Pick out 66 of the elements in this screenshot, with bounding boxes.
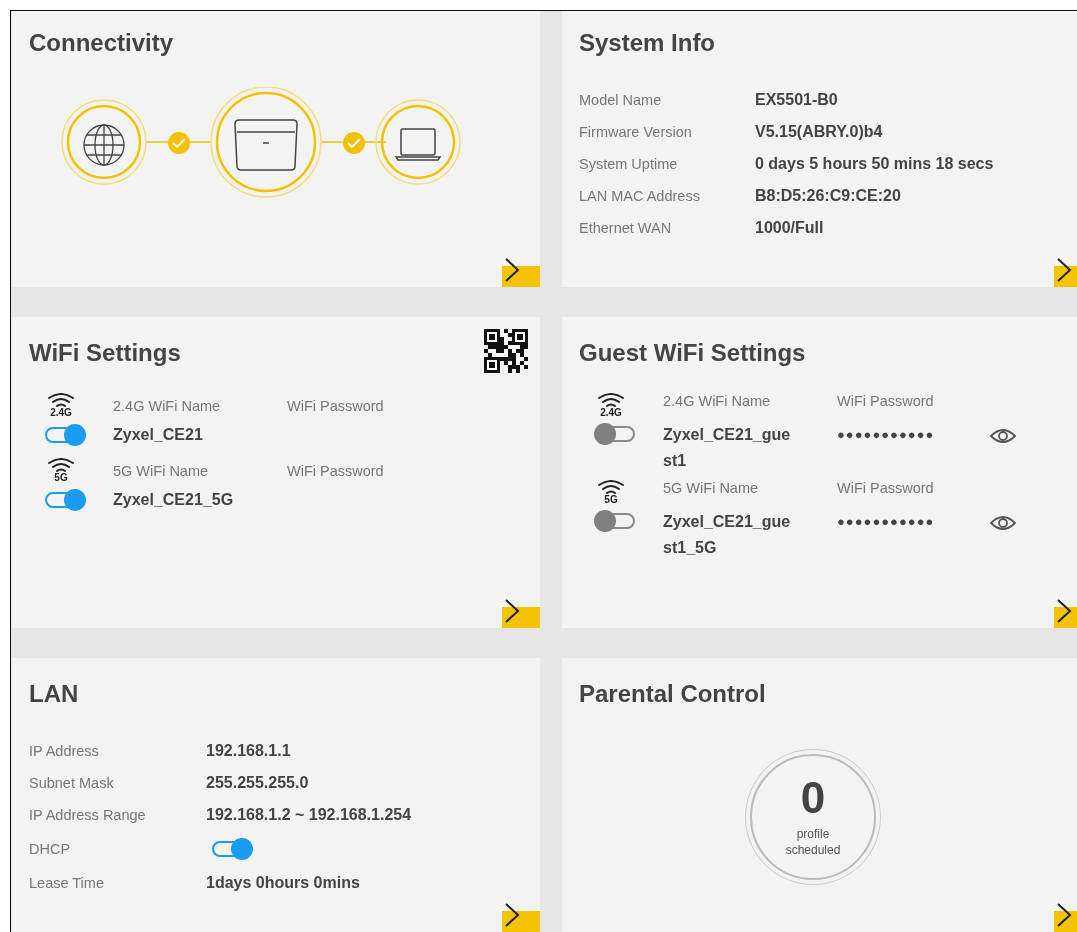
info-label: Model Name: [579, 92, 663, 108]
toggle-switch[interactable]: [595, 513, 635, 529]
info-label: LAN MAC Address: [579, 188, 701, 204]
toggle-switch[interactable]: [212, 841, 252, 857]
password-value: ●●●●●●●●●●●: [837, 513, 936, 531]
band-label: 2.4G: [600, 407, 622, 418]
wifi-name-value: Zyxel_CE21_guest1_5G: [663, 512, 792, 558]
toggle-switch[interactable]: [595, 426, 635, 442]
card-title: LAN: [29, 680, 79, 708]
wifi-icon: [46, 458, 76, 472]
chevron-icon: [504, 598, 520, 624]
band-label: 5G: [54, 472, 68, 483]
more-button[interactable]: [502, 598, 540, 628]
profile-caption: profile scheduled: [784, 826, 842, 858]
lan-value: 192.168.1.1: [206, 742, 292, 760]
chevron-icon: [1056, 598, 1072, 624]
wifi-password-label: WiFi Password: [837, 393, 935, 409]
band-label: 2.4G: [50, 407, 72, 418]
lan-label: Subnet Mask: [29, 775, 115, 791]
wifi-name-label: 2.4G WiFi Name: [113, 397, 222, 414]
info-label: Ethernet WAN: [579, 220, 673, 236]
toggle-switch[interactable]: [45, 492, 85, 508]
band-label: 5G: [604, 494, 618, 505]
info-value: 1000/Full: [755, 219, 825, 237]
card-title: System Info: [579, 29, 716, 57]
wifi-password-label: WiFi Password: [837, 480, 935, 496]
more-button[interactable]: [502, 902, 540, 932]
chevron-icon: [504, 257, 520, 283]
lan-label: IP Address: [29, 743, 100, 759]
card-title: Guest WiFi Settings: [579, 339, 806, 367]
wifi-name-label: 5G WiFi Name: [113, 462, 210, 479]
eye-icon[interactable]: [989, 514, 1017, 532]
wifi-icon: [596, 393, 626, 407]
wifi-name-label: 5G WiFi Name: [663, 480, 760, 496]
lan-value: 192.168.1.2 ~ 192.168.1.254: [206, 806, 413, 824]
eye-icon[interactable]: [989, 427, 1017, 445]
wifi-password-label: WiFi Password: [287, 462, 385, 479]
card-title: Parental Control: [579, 680, 766, 708]
wifi-icon: [596, 480, 626, 494]
card-title: WiFi Settings: [29, 339, 181, 367]
info-label: System Uptime: [579, 156, 679, 172]
password-value: ●●●●●●●●●●●: [837, 426, 936, 444]
wifi-name-value: Zyxel_CE21_5G: [113, 491, 235, 509]
info-label: Firmware Version: [579, 124, 693, 140]
wifi-name-value: Zyxel_CE21: [113, 426, 204, 444]
wifi-name-label: 2.4G WiFi Name: [663, 393, 772, 409]
lan-label: DHCP: [29, 841, 72, 857]
chevron-icon: [1056, 257, 1072, 283]
chevron-icon: [504, 902, 520, 928]
more-button[interactable]: [502, 257, 540, 287]
lan-value: 1days 0hours 0mins: [206, 874, 361, 892]
wifi-name-value: Zyxel_CE21_guest1: [663, 425, 792, 471]
lan-label: IP Address Range: [29, 807, 147, 823]
info-value: V5.15(ABRY.0)b4: [755, 123, 884, 141]
qr-code-icon: [484, 329, 528, 373]
card-title: Connectivity: [29, 29, 174, 57]
toggle-switch[interactable]: [45, 427, 85, 443]
lan-label: Lease Time: [29, 875, 105, 891]
info-value: 0 days 5 hours 50 mins 18 secs: [755, 155, 995, 173]
wifi-password-label: WiFi Password: [287, 397, 385, 414]
wifi-icon: [46, 393, 76, 407]
lan-value: 255.255.255.0: [206, 774, 310, 792]
profile-count: 0: [800, 776, 826, 820]
info-value: EX5501-B0: [755, 91, 839, 109]
info-value: B8:D5:26:C9:CE:20: [755, 187, 902, 205]
chevron-icon: [1056, 902, 1072, 928]
